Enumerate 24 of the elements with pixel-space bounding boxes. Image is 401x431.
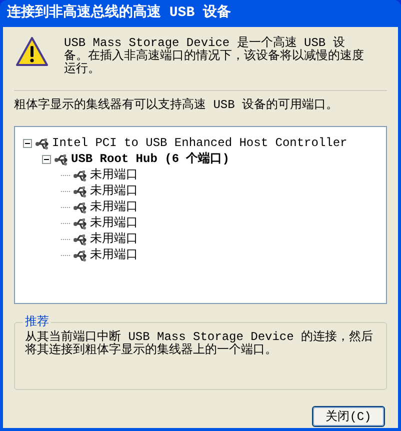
tree-item[interactable]: 未用端口 — [90, 198, 138, 216]
collapse-icon[interactable] — [42, 154, 51, 164]
tree-item[interactable]: 未用端口 — [90, 166, 138, 184]
usb-icon — [73, 200, 87, 214]
usb-icon — [73, 232, 87, 246]
usb-icon — [73, 168, 87, 182]
tree-item[interactable]: 未用端口 — [90, 214, 138, 232]
window-title: 连接到非高速总线的高速 USB 设备 — [7, 3, 232, 23]
group-title: 推荐 — [23, 313, 51, 331]
warning-message: USB Mass Storage Device 是一个高速 USB 设备。在插入非高速端口的情况下，该设备将以减慢的速度运行。 — [64, 37, 364, 76]
collapse-icon[interactable] — [23, 138, 32, 148]
tree-item[interactable]: 未用端口 — [90, 246, 138, 264]
tree-item[interactable]: 未用端口 — [90, 230, 138, 248]
warning-icon — [16, 37, 48, 67]
tree-item[interactable]: 未用端口 — [90, 182, 138, 200]
usb-icon — [73, 248, 87, 262]
hint-text: 粗体字显示的集线器有可以支持高速 USB 设备的可用端口。 — [14, 96, 340, 114]
tree-item[interactable]: Intel PCI to USB Enhanced Host Controller — [52, 134, 348, 152]
usb-icon — [73, 184, 87, 198]
usb-icon — [54, 152, 68, 166]
usb-icon — [35, 136, 49, 150]
close-button[interactable]: 关闭(C) — [312, 406, 385, 427]
tree-item[interactable]: USB Root Hub (6 个端口) — [71, 150, 230, 168]
usb-icon — [73, 216, 87, 230]
